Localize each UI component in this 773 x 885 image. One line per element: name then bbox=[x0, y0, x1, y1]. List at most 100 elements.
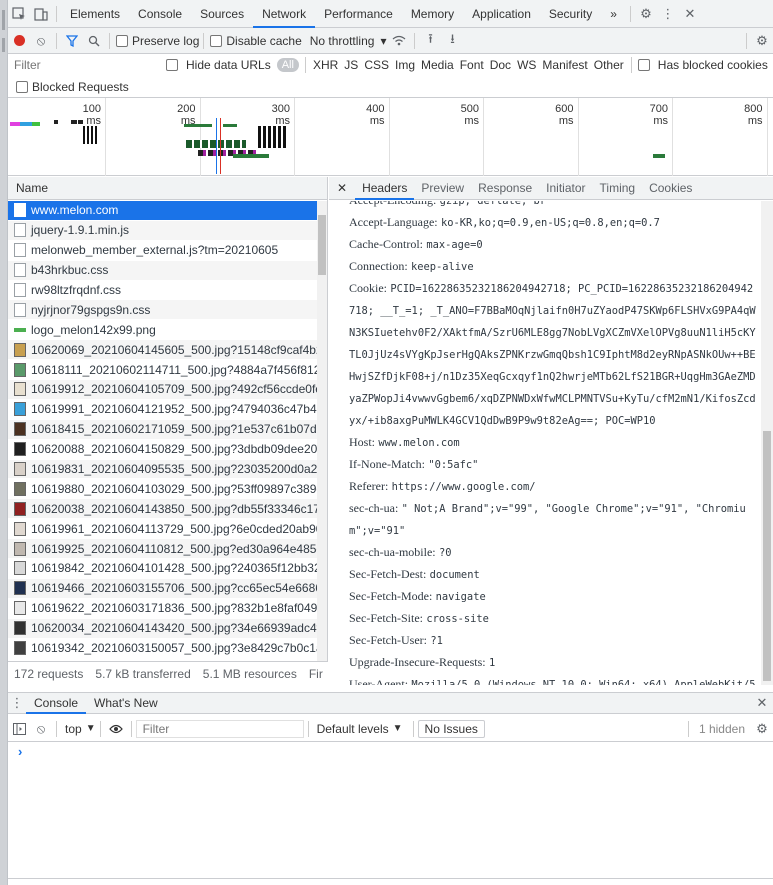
tab-network[interactable]: Network bbox=[253, 0, 316, 28]
request-row[interactable]: 10619961_20210604113729_500.jpg?6e0cded2… bbox=[8, 519, 318, 540]
issues-button[interactable]: No Issues bbox=[417, 719, 485, 738]
drawer-tab-console[interactable]: Console bbox=[26, 693, 87, 714]
filter-type-img[interactable]: Img bbox=[392, 58, 418, 72]
request-row[interactable]: 10618111_20210602114711_500.jpg?4884a7f4… bbox=[8, 360, 318, 381]
request-header-line: User-Agent: Mozilla/5.0 (Windows NT 10.0… bbox=[329, 674, 759, 685]
clear-icon[interactable]: ⦸ bbox=[30, 30, 52, 52]
blocked-requests-checkbox[interactable] bbox=[16, 80, 28, 93]
request-row[interactable]: 10619912_20210604105709_500.jpg?492cf56c… bbox=[8, 380, 318, 400]
request-row[interactable]: 10620069_20210604145605_500.jpg?15148cf9… bbox=[8, 340, 318, 361]
detail-tab-response[interactable]: Response bbox=[471, 177, 539, 200]
request-row[interactable]: nyjrjnor79gspgs9n.css bbox=[8, 300, 318, 321]
console-filter-input[interactable]: Filter bbox=[135, 719, 304, 738]
throttling-select[interactable]: No throttling bbox=[310, 34, 375, 48]
drawer-tab-whats-new[interactable]: What's New bbox=[86, 693, 166, 714]
tab-memory[interactable]: Memory bbox=[402, 0, 463, 28]
filter-icon[interactable] bbox=[61, 30, 83, 52]
settings-gear-icon[interactable]: ⚙ bbox=[635, 3, 657, 25]
network-settings-gear-icon[interactable]: ⚙ bbox=[751, 30, 773, 52]
headers-scrollbar[interactable] bbox=[761, 201, 773, 685]
inspect-element-icon[interactable] bbox=[8, 3, 30, 25]
request-row[interactable]: www.melon.com bbox=[8, 201, 318, 221]
console-settings-gear-icon[interactable]: ⚙ bbox=[751, 718, 773, 740]
context-chevron-down-icon[interactable]: ▼ bbox=[86, 723, 96, 734]
tab-performance[interactable]: Performance bbox=[315, 0, 402, 28]
filter-type-media[interactable]: Media bbox=[418, 58, 457, 72]
request-row[interactable]: 10620088_20210604150829_500.jpg?3dbdb09d… bbox=[8, 440, 318, 460]
detail-tab-timing[interactable]: Timing bbox=[593, 177, 643, 200]
import-har-icon[interactable]: ⭱ bbox=[419, 30, 441, 52]
network-conditions-icon[interactable] bbox=[388, 30, 410, 52]
png-file-icon bbox=[14, 327, 26, 332]
tab-sources[interactable]: Sources bbox=[191, 0, 253, 28]
filter-type-ws[interactable]: WS bbox=[514, 58, 539, 72]
tab-console[interactable]: Console bbox=[129, 0, 191, 28]
export-har-icon[interactable]: ⭳ bbox=[441, 30, 463, 52]
more-options-icon[interactable]: ⋮ bbox=[657, 3, 679, 25]
detail-tab-cookies[interactable]: Cookies bbox=[642, 177, 699, 200]
context-selector[interactable]: top bbox=[61, 722, 86, 736]
has-blocked-cookies-checkbox[interactable] bbox=[637, 59, 650, 71]
request-list-scrollbar[interactable] bbox=[317, 201, 327, 661]
request-row[interactable]: 10619925_20210604110812_500.jpg?ed30a964… bbox=[8, 539, 318, 560]
request-row[interactable]: rw98ltzfrqdnf.css bbox=[8, 281, 318, 301]
console-output[interactable]: › bbox=[8, 742, 773, 885]
close-devtools-icon[interactable]: ✕ bbox=[679, 3, 701, 25]
request-row[interactable]: 10620038_20210604143850_500.jpg?db55f333… bbox=[8, 499, 318, 520]
filter-type-manifest[interactable]: Manifest bbox=[539, 58, 590, 72]
overview-gridline bbox=[577, 98, 579, 176]
chevron-down-icon[interactable]: ▾ bbox=[380, 34, 386, 48]
more-tabs-button[interactable]: » bbox=[601, 0, 626, 28]
request-name: 10618415_20210602171059_500.jpg?1e537c61… bbox=[31, 422, 318, 437]
filter-type-font[interactable]: Font bbox=[457, 58, 487, 72]
clear-console-icon[interactable]: ⦸ bbox=[30, 718, 52, 740]
detail-tab-preview[interactable]: Preview bbox=[414, 177, 471, 200]
filter-type-all[interactable]: All bbox=[276, 58, 299, 72]
request-row[interactable]: 10619342_20210603150057_500.jpg?3e8429c7… bbox=[8, 639, 318, 659]
image-file-icon bbox=[14, 541, 26, 556]
drawer-menu-icon[interactable]: ⋮ bbox=[8, 692, 26, 714]
close-drawer-icon[interactable]: ✕ bbox=[751, 692, 773, 714]
detail-tab-initiator[interactable]: Initiator bbox=[539, 177, 592, 200]
filter-type-doc[interactable]: Doc bbox=[487, 58, 514, 72]
request-row[interactable]: 10620034_20210604143420_500.jpg?34e66939… bbox=[8, 618, 318, 639]
request-header-line: Accept-Language: ko-KR,ko;q=0.9,en-US;q=… bbox=[329, 212, 759, 234]
tab-application[interactable]: Application bbox=[463, 0, 540, 28]
record-icon[interactable] bbox=[8, 30, 30, 52]
levels-chevron-down-icon[interactable]: ▼ bbox=[393, 723, 403, 734]
tab-security[interactable]: Security bbox=[540, 0, 601, 28]
live-expression-eye-icon[interactable] bbox=[105, 718, 127, 740]
filter-type-js[interactable]: JS bbox=[341, 58, 361, 72]
request-row[interactable]: 10619880_20210604103029_500.jpg?53ff0989… bbox=[8, 479, 318, 500]
request-row[interactable]: logo_melon142x99.png bbox=[8, 320, 318, 341]
close-detail-icon[interactable]: ✕ bbox=[329, 177, 355, 200]
request-row[interactable]: 10619622_20210603171836_500.jpg?832b1e8f… bbox=[8, 599, 318, 619]
disable-cache-checkbox[interactable] bbox=[210, 34, 223, 47]
name-column-header[interactable]: Name bbox=[8, 177, 327, 200]
header-name: Sec-Fetch-User: bbox=[349, 633, 427, 647]
search-icon[interactable] bbox=[83, 30, 105, 52]
default-levels-dropdown[interactable]: Default levels bbox=[313, 722, 393, 736]
filter-type-css[interactable]: CSS bbox=[361, 58, 392, 72]
request-row[interactable]: 10618415_20210602171059_500.jpg?1e537c61… bbox=[8, 419, 318, 440]
request-row[interactable]: 10619991_20210604121952_500.jpg?4794036c… bbox=[8, 400, 318, 420]
filter-type-other[interactable]: Other bbox=[591, 58, 627, 72]
preserve-log-checkbox[interactable] bbox=[116, 34, 128, 47]
overview-gridline bbox=[672, 98, 673, 176]
image-file-icon bbox=[14, 342, 26, 357]
request-row[interactable]: 10619842_20210604101428_500.jpg?240365f1… bbox=[8, 559, 318, 579]
console-sidebar-icon[interactable] bbox=[8, 718, 30, 740]
filter-input[interactable] bbox=[8, 56, 158, 74]
request-row[interactable]: b43hrkbuc.css bbox=[8, 260, 318, 281]
request-row[interactable]: jquery-1.9.1.min.js bbox=[8, 220, 318, 241]
transferred-size: 5.7 kB transferred bbox=[95, 666, 191, 681]
tab-elements[interactable]: Elements bbox=[61, 0, 129, 28]
detail-tab-headers[interactable]: Headers bbox=[355, 177, 415, 200]
device-toolbar-icon[interactable] bbox=[30, 3, 52, 25]
hide-data-urls-checkbox[interactable] bbox=[166, 59, 178, 71]
request-row[interactable]: melonweb_member_external.js?tm=20210605 bbox=[8, 241, 318, 261]
request-row[interactable]: 10619831_20210604095535_500.jpg?23035200… bbox=[8, 459, 318, 480]
network-overview-timeline[interactable]: 100 ms 200 ms 300 ms 400 ms 500 ms 600 ms 700 … bbox=[8, 98, 773, 176]
request-row[interactable]: 10619466_20210603155706_500.jpg?cc65ec54… bbox=[8, 578, 318, 599]
filter-type-xhr[interactable]: XHR bbox=[310, 58, 341, 72]
